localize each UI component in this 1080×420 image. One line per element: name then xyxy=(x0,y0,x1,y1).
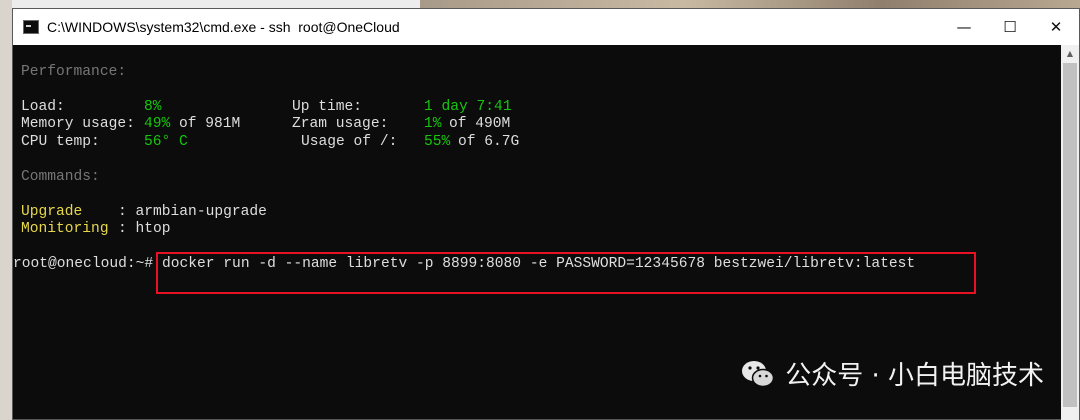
wechat-icon xyxy=(742,360,775,387)
maximize-icon: ☐ xyxy=(1003,18,1017,36)
cmd-app-icon xyxy=(23,20,39,34)
desktop-background xyxy=(0,0,12,420)
vertical-scrollbar[interactable]: ▲ xyxy=(1061,45,1079,420)
zram-label: Zram usage: xyxy=(292,116,389,132)
zram-value: 1% xyxy=(424,116,442,132)
scroll-up-arrow-icon[interactable]: ▲ xyxy=(1061,45,1079,61)
uptime-value: 1 day 7:41 xyxy=(424,99,512,115)
commands-header: Commands: xyxy=(21,169,100,185)
minimize-icon: — xyxy=(956,18,972,36)
command-highlight-box xyxy=(156,252,976,294)
monitoring-label: Monitoring xyxy=(21,221,109,237)
maximize-button[interactable]: ☐ xyxy=(987,9,1033,45)
performance-header: Performance: xyxy=(21,64,127,80)
window-title: C:\WINDOWS\system32\cmd.exe - ssh root@O… xyxy=(47,19,400,35)
disk-usage-total: of 6.7G xyxy=(458,134,520,150)
watermark: 公众号 · 小白电脑技术 xyxy=(741,355,1044,392)
upgrade-label: Upgrade xyxy=(21,204,83,220)
upgrade-command: : armbian-upgrade xyxy=(118,204,267,220)
load-label: Load: xyxy=(21,99,65,115)
cpu-temp-value: 56° C xyxy=(144,134,188,150)
load-value: 8% xyxy=(144,99,162,115)
shell-prompt: root@onecloud:~# xyxy=(13,256,154,272)
window-controls: — ☐ ✕ xyxy=(941,9,1079,45)
memory-value: 49% xyxy=(144,116,171,132)
disk-usage-value: 55% xyxy=(424,134,451,150)
memory-label: Memory usage: xyxy=(21,116,135,132)
monitoring-command: : htop xyxy=(118,221,171,237)
zram-total: of 490M xyxy=(449,116,511,132)
minimize-button[interactable]: — xyxy=(941,9,987,45)
close-button[interactable]: ✕ xyxy=(1033,9,1079,45)
title-bar[interactable]: C:\WINDOWS\system32\cmd.exe - ssh root@O… xyxy=(13,9,1079,45)
close-icon: ✕ xyxy=(1049,18,1063,36)
cpu-temp-label: CPU temp: xyxy=(21,134,100,150)
disk-usage-label: Usage of /: xyxy=(301,134,398,150)
memory-total: of 981M xyxy=(179,116,241,132)
uptime-label: Up time: xyxy=(292,99,363,115)
watermark-text: 公众号 · 小白电脑技术 xyxy=(785,361,1044,391)
scrollbar-thumb[interactable] xyxy=(1063,63,1077,407)
